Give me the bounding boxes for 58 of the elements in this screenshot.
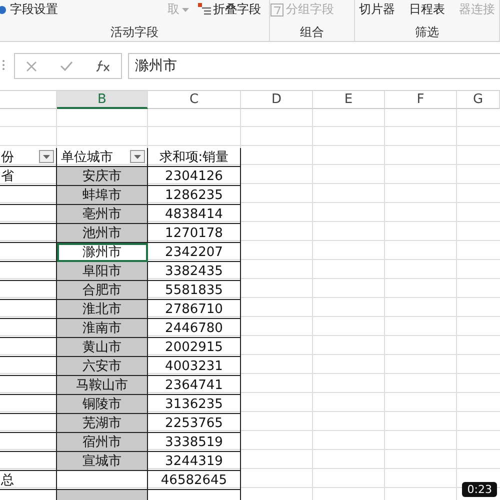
table-cell: 3338519 — [148, 433, 241, 452]
table-cell: 2364741 — [148, 376, 241, 395]
column-header[interactable]: G — [457, 91, 500, 109]
formula-field[interactable]: 滁州市 — [128, 53, 500, 79]
ribbon-button[interactable]: 切片器 — [359, 1, 395, 18]
table-cell: 46582645 — [148, 471, 241, 490]
table-cell[interactable]: 池州市 — [57, 224, 148, 243]
table-cell[interactable]: 蚌埠市 — [57, 186, 148, 205]
column-header[interactable]: D — [241, 91, 313, 109]
table-cell[interactable]: 安庆市 — [57, 167, 148, 186]
table-cell: 3136235 — [148, 395, 241, 414]
table-cell: 2342207 — [148, 243, 241, 262]
group-label: 筛选 — [415, 24, 439, 41]
group-label: 组合 — [300, 24, 324, 41]
filter-button[interactable] — [130, 150, 145, 163]
column-header[interactable]: B — [57, 91, 148, 109]
table-cell: 3382435 — [148, 262, 241, 281]
column-header[interactable]: E — [313, 91, 385, 109]
table-cell: 2253765 — [148, 414, 241, 433]
table-cell: 2002915 — [148, 338, 241, 357]
table-cell: 2446780 — [148, 319, 241, 338]
ribbon-button[interactable]: 字段设置 — [0, 1, 58, 18]
table-cell[interactable]: 芜湖市 — [57, 414, 148, 433]
ribbon-button[interactable]: 日程表 — [409, 1, 445, 18]
check-icon[interactable] — [60, 61, 73, 71]
table-cell[interactable]: 铜陵市 — [57, 395, 148, 414]
filter-button[interactable] — [39, 150, 54, 163]
table-cell: 总 — [0, 471, 57, 490]
column-header[interactable]: C — [148, 91, 241, 109]
table-cell[interactable]: 宿州市 — [57, 433, 148, 452]
group-icon — [270, 2, 284, 16]
table-cell[interactable]: 亳州市 — [57, 205, 148, 224]
table-cell: 2304126 — [148, 167, 241, 186]
table-cell[interactable]: 阜阳市 — [57, 262, 148, 281]
table-cell: 求和项:销量 — [148, 148, 241, 167]
table-cell[interactable]: 黄山市 — [57, 338, 148, 357]
table-cell: 3244319 — [148, 452, 241, 471]
table-cell[interactable]: 马鞍山市 — [57, 376, 148, 395]
group-label: 活动字段 — [110, 24, 158, 41]
column-header[interactable]: F — [385, 91, 457, 109]
table-cell: 1286235 — [148, 186, 241, 205]
table-cell[interactable]: 合肥市 — [57, 281, 148, 300]
table-cell: 5581835 — [148, 281, 241, 300]
table-cell[interactable]: 淮南市 — [57, 319, 148, 338]
table-cell[interactable]: 淮北市 — [57, 300, 148, 319]
table-cell: 1270178 — [148, 224, 241, 243]
table-cell[interactable]: 六安市 — [57, 357, 148, 376]
function-icon[interactable] — [96, 60, 110, 72]
table-cell: 2786710 — [148, 300, 241, 319]
table-cell: 份 — [0, 148, 57, 167]
caret-icon — [182, 8, 188, 12]
collapse-icon — [198, 3, 211, 16]
ribbon-button[interactable]: 折叠字段 — [198, 1, 261, 18]
table-cell[interactable]: 宣城市 — [57, 452, 148, 471]
table-cell: 4003231 — [148, 357, 241, 376]
video-timer: 0:23 — [462, 482, 497, 497]
table-cell: 4838414 — [148, 205, 241, 224]
table-cell[interactable]: 滁州市 — [57, 243, 148, 262]
